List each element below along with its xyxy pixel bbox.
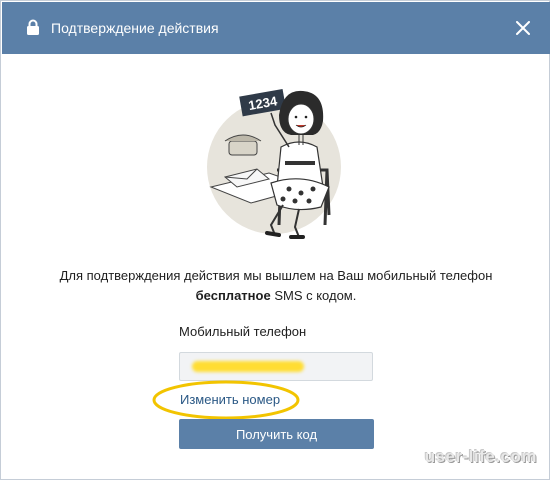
close-icon[interactable] [516,21,530,35]
confirmation-message: Для подтверждения действия мы вышлем на … [21,266,531,306]
watermark: user-life.com [424,447,537,466]
get-code-button[interactable]: Получить код [179,419,374,449]
dialog-window: Подтверждение действия 1234 Для подтверж… [0,0,550,480]
lock-icon [27,19,39,35]
dialog-header: Подтверждение действия [2,2,550,54]
message-bold: бесплатное [195,288,271,303]
message-line-1: Для подтверждения действия мы вышлем на … [59,268,493,283]
phone-label: Мобильный телефон [179,324,307,339]
redaction-mark [192,361,304,372]
phone-field[interactable] [179,352,373,381]
message-line-2: SMS с кодом. [270,288,357,303]
sms-illustration: 1234 [207,89,341,239]
change-number-link[interactable]: Изменить номер [180,392,280,407]
dialog-title: Подтверждение действия [51,20,219,36]
